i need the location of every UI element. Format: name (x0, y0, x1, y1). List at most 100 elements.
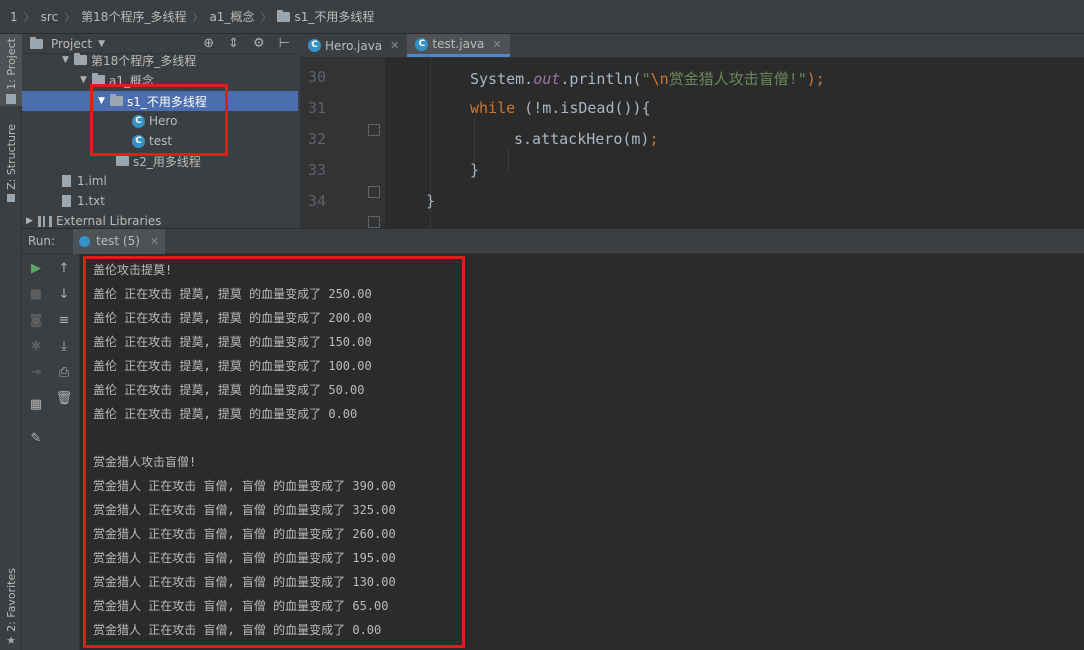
fold-marker-icon[interactable] (368, 216, 380, 228)
class-icon: C (132, 114, 145, 128)
project-view-selector[interactable]: Project (51, 37, 92, 51)
tree-item-test[interactable]: C test (22, 131, 298, 151)
tab-hero-java[interactable]: C Hero.java ✕ (300, 34, 407, 57)
trash-icon[interactable]: 🗑 (55, 390, 73, 408)
console-line: 盖伦 正在攻击 提莫, 提莫 的血量变成了 100.00 (93, 359, 372, 373)
hide-icon[interactable]: ⊢ (279, 36, 290, 51)
folder-icon (277, 9, 291, 22)
scroll-to-end-icon[interactable]: ⤓ (55, 338, 73, 356)
breadcrumb-item-concept[interactable]: a1_概念 (209, 8, 254, 25)
file-icon (62, 175, 71, 187)
tree-item-s2[interactable]: s2_用多线程 (22, 151, 298, 171)
code-token: \n (650, 70, 669, 88)
camera-icon[interactable]: ◙ (27, 312, 45, 330)
tree-item-txt[interactable]: 1.txt (22, 191, 298, 211)
close-icon[interactable]: ✕ (150, 235, 159, 248)
fold-marker-icon[interactable] (368, 124, 380, 136)
breadcrumb-item-package[interactable]: 第18个程序_多线程 (81, 8, 186, 25)
console-line: 盖伦 正在攻击 提莫, 提莫 的血量变成了 150.00 (93, 335, 372, 349)
chevron-right-icon: 〉 (260, 10, 272, 24)
code-editor: C Hero.java ✕ C test.java ✕ 30 31 32 33 … (300, 34, 1084, 228)
gear-icon[interactable]: ⚙ (253, 36, 265, 51)
chevron-right-icon: 〉 (64, 10, 76, 24)
favorites-tool-tab[interactable]: 2: Favorites ★ (0, 564, 22, 648)
fold-marker-icon[interactable] (368, 186, 380, 198)
chevron-right-icon: 〉 (192, 10, 204, 24)
project-icon (30, 36, 43, 49)
console-line: 赏金猎人 正在攻击 盲僧, 盲僧 的血量变成了 390.00 (93, 479, 396, 493)
debug-icon[interactable]: ✱ (27, 338, 45, 356)
console-line: 赏金猎人 正在攻击 盲僧, 盲僧 的血量变成了 325.00 (93, 503, 396, 517)
layout-icon[interactable]: ▦ (27, 396, 45, 414)
chevron-down-icon[interactable]: ▼ (98, 39, 105, 49)
exit-icon[interactable]: ⇥ (27, 364, 45, 382)
run-tab-label: test (5) (96, 234, 140, 248)
expand-arrow-icon[interactable]: ▼ (62, 55, 74, 65)
code-token: out (533, 70, 561, 88)
breadcrumb: 1 〉 src 〉 第18个程序_多线程 〉 a1_概念 〉 s1_不用多线程 (0, 0, 1084, 34)
tree-item-label: 1.iml (77, 174, 107, 188)
console-line: 赏金猎人攻击盲僧! (93, 455, 197, 469)
runnable-class-icon: C (415, 37, 429, 51)
code-line-33: } (470, 161, 480, 179)
tree-item-package[interactable]: ▼ 第18个程序_多线程 (22, 50, 298, 70)
tree-item-hero[interactable]: C Hero (22, 111, 298, 131)
project-tool-tab-label: 1: Project (4, 38, 18, 90)
line-number: 31 (307, 99, 326, 117)
console-line: 赏金猎人 正在攻击 盲僧, 盲僧 的血量变成了 0.00 (93, 623, 382, 637)
breadcrumb-item-current[interactable]: s1_不用多线程 (277, 8, 374, 25)
code-line-34: } (426, 192, 436, 210)
code-line-30: System.out.println("\n赏金猎人攻击盲僧!"); (470, 68, 825, 89)
indent-guide (508, 148, 509, 172)
run-tab-test[interactable]: test (5) ✕ (73, 228, 166, 254)
expand-arrow-icon[interactable]: ▼ (98, 96, 110, 106)
console-line: 盖伦 正在攻击 提莫, 提莫 的血量变成了 200.00 (93, 311, 372, 325)
expand-arrow-icon[interactable]: ▼ (80, 75, 92, 85)
tree-item-label: test (149, 134, 173, 148)
left-tool-strip: 1: Project Z: Structure 2: Favorites ★ (0, 34, 22, 650)
breadcrumb-item-root[interactable]: 1 (10, 10, 18, 24)
library-icon (38, 215, 52, 227)
soft-wrap-icon[interactable]: ≡ (55, 312, 73, 330)
code-area[interactable]: 30 31 32 33 34 System.out.println("\n赏金猎… (300, 58, 1084, 228)
breadcrumb-item-src[interactable]: src (41, 10, 59, 24)
tree-item-a1[interactable]: ▼ a1_概念 (22, 70, 298, 90)
console-line: 赏金猎人 正在攻击 盲僧, 盲僧 的血量变成了 65.00 (93, 599, 389, 613)
code-token: " (641, 70, 651, 88)
console-line: 盖伦 正在攻击 提莫, 提莫 的血量变成了 50.00 (93, 383, 365, 397)
structure-icon (7, 193, 15, 202)
structure-tool-tab[interactable]: Z: Structure (0, 120, 22, 204)
run-tool-header: Run: test (5) ✕ (22, 228, 1084, 254)
rerun-icon[interactable]: ▶ (27, 260, 45, 278)
stop-icon[interactable]: ■ (27, 286, 45, 304)
arrow-down-icon[interactable]: ↓ (55, 286, 73, 304)
chevron-right-icon: 〉 (23, 10, 35, 24)
close-icon[interactable]: ✕ (492, 38, 501, 51)
print-icon[interactable]: ⎙ (55, 364, 73, 382)
tab-label: test.java (432, 37, 485, 51)
console-output[interactable]: 盖伦攻击提莫! 盖伦 正在攻击 提莫, 提莫 的血量变成了 250.00 盖伦 … (80, 254, 1084, 650)
locate-icon[interactable]: ⊕ (203, 36, 214, 51)
close-icon[interactable]: ✕ (390, 39, 399, 52)
line-number: 32 (307, 130, 326, 148)
breadcrumb-label: s1_不用多线程 (294, 10, 375, 24)
breadcrumb-label: 第18个程序_多线程 (81, 10, 187, 24)
code-line-32: s.attackHero(m); (514, 130, 659, 148)
project-tool-tab[interactable]: 1: Project (0, 34, 22, 106)
arrow-up-icon[interactable]: ↑ (55, 260, 73, 278)
expand-arrow-icon[interactable]: ▶ (26, 216, 38, 226)
pin-icon[interactable]: ✎ (27, 430, 45, 448)
tab-test-java[interactable]: C test.java ✕ (407, 34, 510, 57)
favorites-tool-tab-label: 2: Favorites (4, 568, 18, 632)
folder-icon (110, 94, 123, 106)
structure-tool-tab-label: Z: Structure (4, 124, 18, 190)
tree-item-label: 第18个程序_多线程 (91, 53, 197, 68)
folder-icon (116, 154, 129, 166)
code-token: while (470, 99, 516, 117)
tree-item-label: s2_用多线程 (133, 154, 201, 169)
code-token: .println( (560, 70, 642, 88)
collapse-all-icon[interactable]: ⇕ (228, 36, 239, 51)
tree-item-s1[interactable]: ▼ s1_不用多线程 (22, 91, 298, 111)
tree-item-iml[interactable]: 1.iml (22, 171, 298, 191)
code-token: System. (470, 70, 534, 88)
